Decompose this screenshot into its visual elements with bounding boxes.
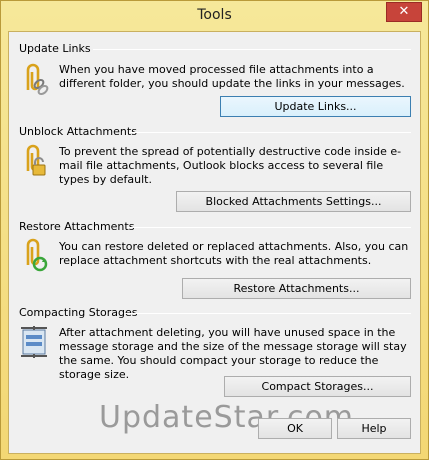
title-bar[interactable]: Tools ✕: [1, 1, 428, 31]
compact-storages-button[interactable]: Compact Storages...: [224, 376, 411, 397]
dialog-client: Update Links When you have moved process…: [8, 31, 421, 454]
paperclip-lock-icon: [26, 144, 46, 176]
group-title-unblock: Unblock Attachments: [19, 125, 137, 138]
paperclip-restore-icon: [26, 238, 48, 272]
group-divider: [93, 49, 411, 50]
window-title: Tools: [197, 7, 232, 23]
restore-attachments-button[interactable]: Restore Attachments...: [182, 278, 411, 299]
group-title-compact: Compacting Storages: [19, 306, 138, 319]
group-divider: [129, 132, 411, 133]
group-title-update-links: Update Links: [19, 42, 91, 55]
ok-button[interactable]: OK: [258, 418, 332, 439]
group-divider: [125, 313, 411, 314]
description-compact: After attachment deleting, you will have…: [59, 326, 407, 381]
paperclip-chain-icon: [26, 63, 49, 96]
description-restore: You can restore deleted or replaced atta…: [59, 240, 409, 267]
description-update-links: When you have moved processed file attac…: [59, 63, 405, 90]
group-title-restore: Restore Attachments: [19, 220, 135, 233]
storage-compress-icon: [21, 326, 47, 358]
tools-dialog: Tools ✕ Update Links When you have moved…: [0, 0, 429, 460]
description-unblock: To prevent the spread of potentially des…: [59, 145, 402, 186]
group-divider: [127, 227, 411, 228]
blocked-attachments-settings-button[interactable]: Blocked Attachments Settings...: [176, 191, 411, 212]
update-links-button[interactable]: Update Links...: [220, 96, 411, 117]
close-button[interactable]: ✕: [386, 2, 422, 22]
help-button[interactable]: Help: [337, 418, 411, 439]
